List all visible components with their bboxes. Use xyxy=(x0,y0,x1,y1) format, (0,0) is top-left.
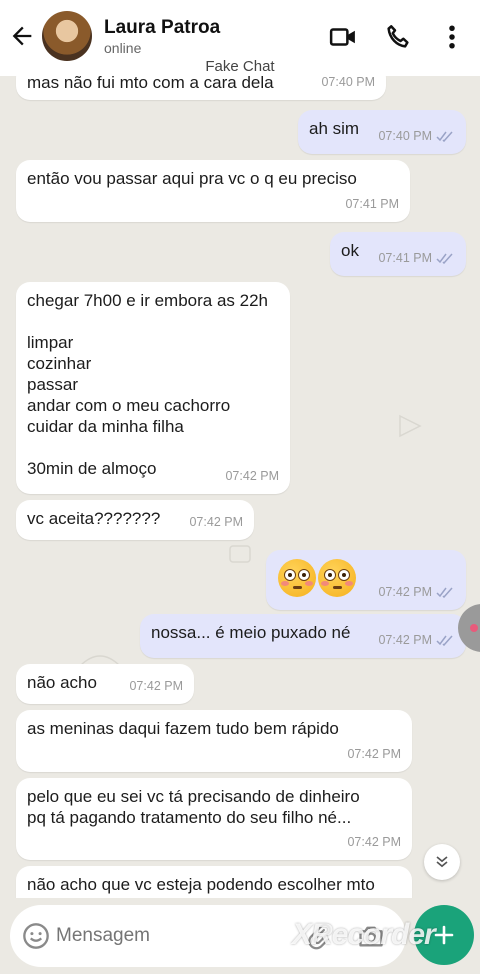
emoji-icon[interactable] xyxy=(22,922,50,950)
read-receipt-icon xyxy=(436,587,453,598)
message-time: 07:42 PM xyxy=(378,630,455,651)
flushed-emoji-pair xyxy=(278,559,358,597)
message-incoming[interactable]: então vou passar aqui pra vc o q eu prec… xyxy=(16,160,410,222)
fake-chat-banner: Fake Chat xyxy=(205,58,275,75)
more-options-icon[interactable] xyxy=(437,22,467,52)
contact-avatar[interactable] xyxy=(42,11,92,61)
screen-recorder-watermark: XRecorder xyxy=(292,918,436,951)
flushed-face-icon xyxy=(318,559,356,597)
message-text: pelo que eu sei vc tá precisando de dinh… xyxy=(27,787,360,827)
message-input[interactable] xyxy=(56,925,286,947)
message-time: 07:42 PM xyxy=(189,515,243,529)
message-text: as meninas daqui fazem tudo bem rápido xyxy=(27,719,339,738)
message-time: 07:40 PM xyxy=(378,126,455,147)
contact-name[interactable]: Laura Patroa xyxy=(104,17,220,39)
double-chevron-down-icon xyxy=(436,856,448,868)
message-incoming[interactable]: chegar 7h00 e ir embora as 22h limpar co… xyxy=(16,282,290,494)
message-outgoing[interactable]: ah sim 07:40 PM xyxy=(298,110,466,154)
scroll-to-bottom-button[interactable] xyxy=(424,844,460,880)
contact-status: online xyxy=(104,40,142,56)
message-text: chegar 7h00 e ir embora as 22h limpar co… xyxy=(27,291,268,478)
message-incoming[interactable]: não acho 07:42 PM xyxy=(16,664,194,704)
message-incoming[interactable]: vc aceita??????? 07:42 PM xyxy=(16,500,254,540)
message-time: 07:42 PM xyxy=(347,835,401,849)
plus-icon xyxy=(434,925,454,945)
flushed-face-icon xyxy=(278,559,316,597)
message-time: 07:42 PM xyxy=(347,747,401,761)
back-arrow-icon[interactable] xyxy=(8,22,36,50)
message-time: 07:40 PM xyxy=(321,76,375,89)
message-time: 07:42 PM xyxy=(129,679,183,693)
read-receipt-icon xyxy=(436,635,453,646)
message-time: 07:41 PM xyxy=(345,197,399,211)
message-time: 07:42 PM xyxy=(378,582,455,603)
video-call-icon[interactable] xyxy=(328,22,358,52)
message-outgoing[interactable]: ok 07:41 PM xyxy=(330,232,466,276)
message-text: não acho que vc esteja podendo escolher … xyxy=(27,875,375,894)
read-receipt-icon xyxy=(436,131,453,142)
message-incoming[interactable]: não acho que vc esteja podendo escolher … xyxy=(16,866,412,898)
message-outgoing[interactable]: nossa... é meio puxado né 07:42 PM xyxy=(140,614,466,658)
phone-call-icon[interactable] xyxy=(383,22,413,52)
message-incoming[interactable]: as meninas daqui fazem tudo bem rápido 0… xyxy=(16,710,412,772)
read-receipt-icon xyxy=(436,253,453,264)
message-text: então vou passar aqui pra vc o q eu prec… xyxy=(27,169,357,188)
message-outgoing[interactable]: 07:42 PM xyxy=(266,550,466,610)
message-time: 07:41 PM xyxy=(378,248,455,269)
chat-area[interactable]: mas não fui mto com a cara dela 07:40 PM… xyxy=(0,76,480,898)
message-incoming[interactable]: mas não fui mto com a cara dela 07:40 PM xyxy=(16,76,386,100)
message-time: 07:42 PM xyxy=(225,469,279,483)
message-incoming[interactable]: pelo que eu sei vc tá precisando de dinh… xyxy=(16,778,412,860)
